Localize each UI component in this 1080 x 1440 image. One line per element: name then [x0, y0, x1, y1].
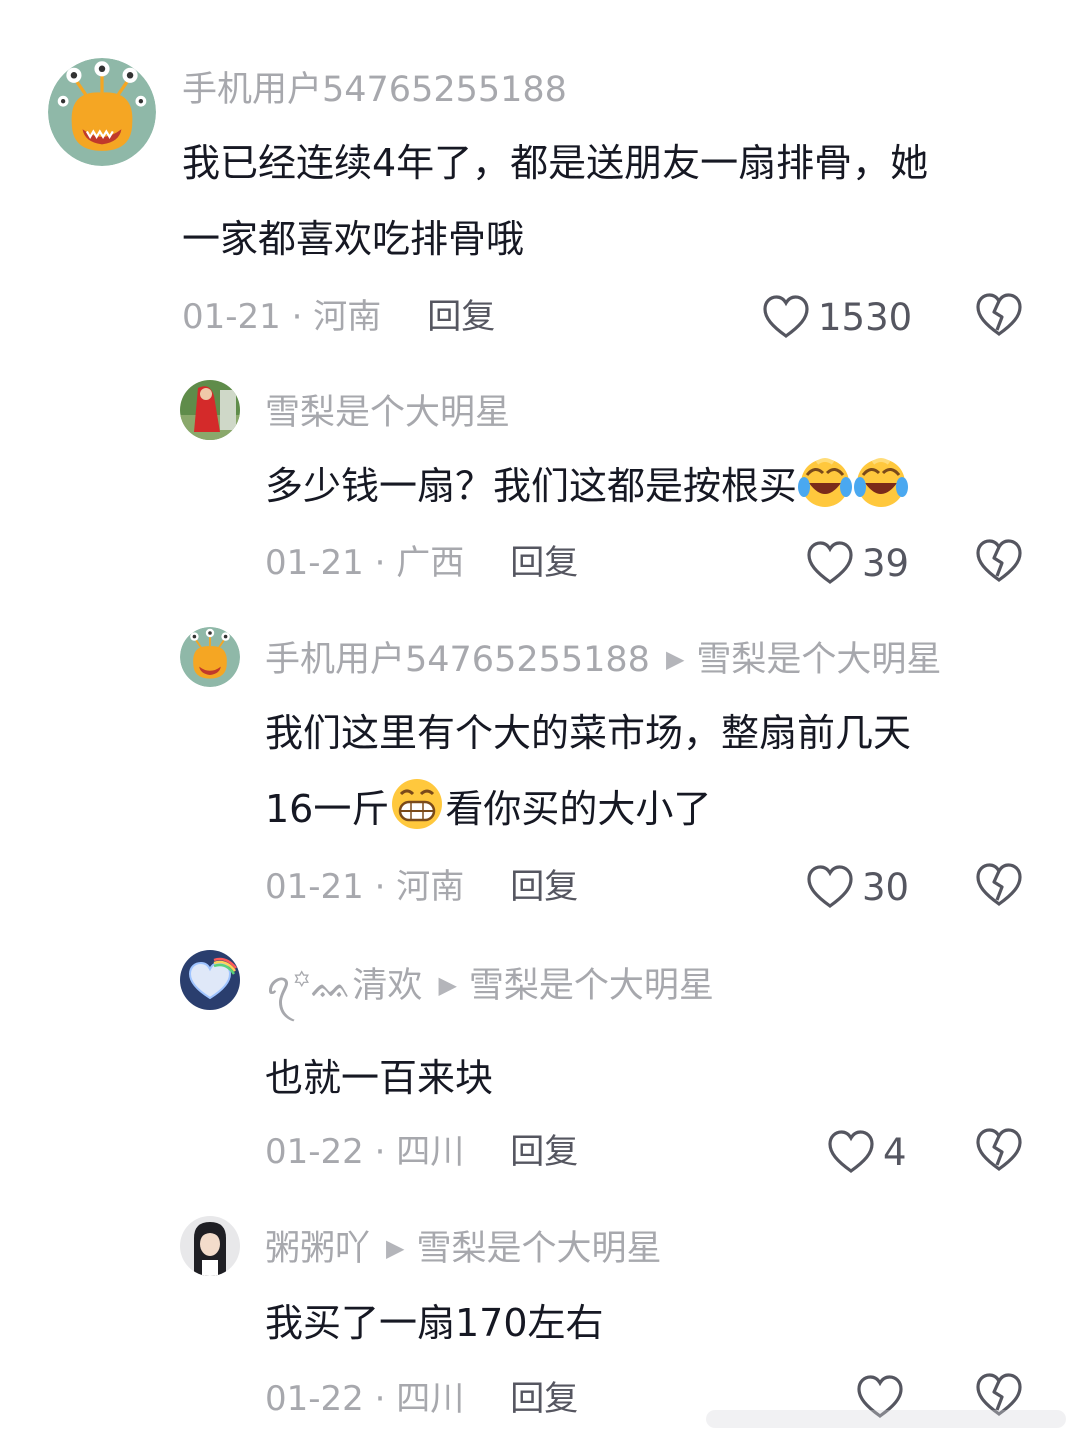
username[interactable]: 手机用户54765255188 ▶ 雪梨是个大明星 — [265, 643, 941, 678]
anime-character-avatar-icon — [180, 1216, 240, 1276]
like-count: 1530 — [818, 295, 913, 339]
like-count: 4 — [883, 1130, 907, 1174]
comment: ꪖ꙳ᨐ清欢 ▶ 雪梨是个大明星 也就一百来块 01-22 · 四川 回复 4 — [0, 935, 1080, 1200]
username-text[interactable]: ꪖ꙳ᨐ清欢 — [265, 966, 422, 1006]
comment-meta: 01-22 · 四川 回复 — [265, 1135, 578, 1169]
comment-line: 我买了一扇170左右 — [265, 1301, 604, 1345]
comment-line: 我们这里有个大的菜市场，整扇前几天 — [265, 711, 912, 755]
reply-to-username[interactable]: 雪梨是个大明星 — [696, 640, 941, 680]
comment: 粥粥吖 ▶ 雪梨是个大明星 我买了一扇170左右 01-22 · 四川 回复 — [0, 1200, 1080, 1440]
orange-monster-avatar-icon — [48, 58, 156, 166]
comment: 手机用户54765255188 我已经连续4年了，都是送朋友一扇排骨，她 一家都… — [0, 0, 1080, 360]
username-text[interactable]: 粥粥吖 — [265, 1229, 370, 1269]
date-location: 01-22 · 四川 — [265, 1132, 465, 1172]
broken-heart-icon[interactable] — [975, 1127, 1023, 1173]
broken-heart-icon[interactable] — [975, 292, 1023, 338]
date-location: 01-21 · 河南 — [265, 867, 465, 907]
avatar[interactable] — [180, 627, 240, 687]
comment-line: 16一斤 — [265, 787, 390, 831]
comment-line: 我已经连续4年了，都是送朋友一扇排骨，她 — [182, 141, 929, 185]
heart-outline-icon — [763, 295, 809, 338]
heart-outline-icon — [807, 541, 853, 584]
username[interactable]: ꪖ꙳ᨐ清欢 ▶ 雪梨是个大明星 — [265, 969, 714, 1004]
broken-heart-icon[interactable] — [975, 538, 1023, 584]
comment-text: 也就一百来块 — [265, 1040, 493, 1116]
comment: 手机用户54765255188 ▶ 雪梨是个大明星 我们这里有个大的菜市场，整扇前几… — [0, 605, 1080, 935]
date-location: 01-22 · 四川 — [265, 1379, 465, 1419]
heart-outline-icon — [807, 865, 853, 908]
broken-heart-icon[interactable] — [975, 862, 1023, 908]
comment-line: 一家都喜欢吃排骨哦 — [182, 217, 525, 261]
username-text[interactable]: 雪梨是个大明星 — [265, 393, 510, 433]
reply-button[interactable]: 回复 — [510, 1379, 578, 1419]
comment-text: 多少钱一扇？我们这都是按根买 — [265, 448, 909, 524]
comment-meta: 01-21 · 广西 回复 — [265, 546, 578, 580]
heart-outline-icon — [828, 1130, 874, 1173]
username[interactable]: 手机用户54765255188 — [182, 73, 567, 108]
comment-text: 我们这里有个大的菜市场，整扇前几天 16一斤 看你买的大小了 — [265, 695, 911, 847]
laugh-cry-emoji-icon — [854, 458, 909, 507]
reply-arrow-icon: ▶ — [665, 645, 685, 673]
comment-line: 也就一百来块 — [265, 1056, 494, 1100]
like-count: 39 — [862, 541, 910, 585]
reply-button[interactable]: 回复 — [510, 867, 578, 907]
avatar[interactable] — [48, 58, 156, 166]
red-dress-photo-avatar-icon — [180, 380, 240, 440]
reply-arrow-icon: ▶ — [386, 1234, 405, 1262]
like-button[interactable]: 30 — [806, 862, 909, 912]
comment-text: 我买了一扇170左右 — [265, 1285, 604, 1361]
reply-button[interactable]: 回复 — [510, 1132, 578, 1172]
orange-monster-avatar-icon — [180, 627, 240, 687]
date-location: 01-21 · 河南 — [182, 297, 382, 337]
comment-line: 多少钱一扇？我们这都是按根买 — [265, 464, 798, 508]
reply-button[interactable]: 回复 — [510, 543, 578, 583]
like-button[interactable]: 4 — [827, 1127, 907, 1177]
avatar[interactable] — [180, 950, 240, 1010]
like-button[interactable]: 1530 — [762, 292, 912, 342]
avatar[interactable] — [180, 1216, 240, 1276]
reply-arrow-icon: ▶ — [438, 971, 457, 999]
comment-meta: 01-22 · 四川 回复 — [265, 1382, 578, 1416]
reply-to-username[interactable]: 雪梨是个大明星 — [469, 966, 714, 1006]
rainbow-heart-avatar-icon — [180, 950, 240, 1010]
username[interactable]: 粥粥吖 ▶ 雪梨是个大明星 — [265, 1232, 662, 1267]
like-count: 30 — [862, 865, 910, 909]
like-button[interactable]: 39 — [806, 538, 909, 588]
comment-meta: 01-21 · 河南 回复 — [182, 300, 495, 334]
username[interactable]: 雪梨是个大明星 — [265, 396, 510, 431]
watermark-logo-icon — [706, 1410, 1066, 1428]
reply-button[interactable]: 回复 — [427, 297, 495, 337]
username-text[interactable]: 手机用户54765255188 — [265, 640, 650, 680]
avatar[interactable] — [180, 380, 240, 440]
comment-meta: 01-21 · 河南 回复 — [265, 870, 578, 904]
reply-to-username[interactable]: 雪梨是个大明星 — [416, 1229, 661, 1269]
comment-line: 看你买的大小了 — [445, 787, 712, 831]
grin-emoji-icon — [392, 779, 443, 829]
username-text[interactable]: 手机用户54765255188 — [182, 70, 567, 110]
comment: 雪梨是个大明星 多少钱一扇？我们这都是按根买 01-21 · 广西 回复 39 — [0, 360, 1080, 605]
comment-text: 我已经连续4年了，都是送朋友一扇排骨，她 一家都喜欢吃排骨哦 — [182, 125, 928, 277]
laugh-cry-emoji-icon — [798, 458, 853, 507]
date-location: 01-21 · 广西 — [265, 543, 465, 583]
